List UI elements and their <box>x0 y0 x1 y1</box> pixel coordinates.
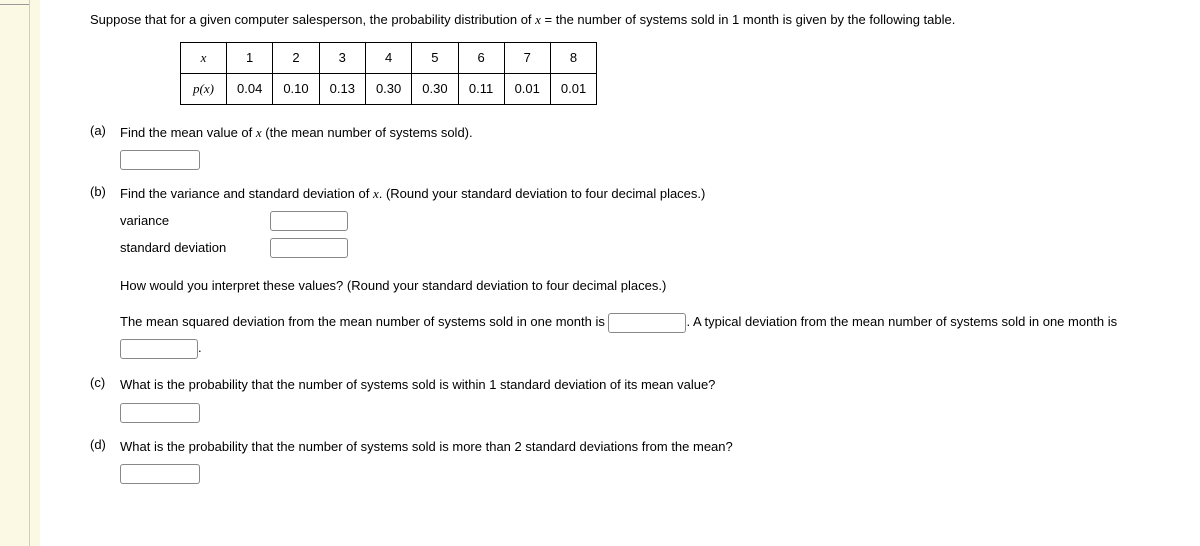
x-value: 6 <box>458 42 504 73</box>
typical-dev-input[interactable] <box>120 339 198 359</box>
sd-label: standard deviation <box>120 238 270 259</box>
variance-input[interactable] <box>270 211 348 231</box>
p-value: 0.11 <box>458 73 504 104</box>
part-d-text: What is the probability that the number … <box>120 439 733 454</box>
margin-marker-top <box>0 0 29 5</box>
part-b: (b) Find the variance and standard devia… <box>90 184 1180 361</box>
intro-after: = the number of systems sold in 1 month … <box>541 12 955 27</box>
interpret-3: . <box>198 340 202 355</box>
part-d: (d) What is the probability that the num… <box>90 437 1180 485</box>
part-a-text-before: Find the mean value of <box>120 125 256 140</box>
x-value: 2 <box>273 42 319 73</box>
x-header: x <box>181 42 227 73</box>
x-value: 4 <box>365 42 411 73</box>
part-b-text-before: Find the variance and standard deviation… <box>120 186 373 201</box>
part-b-label: (b) <box>90 184 120 361</box>
p-value: 0.01 <box>504 73 550 104</box>
part-c-input[interactable] <box>120 403 200 423</box>
sd-input[interactable] <box>270 238 348 258</box>
variance-label: variance <box>120 211 270 232</box>
interpret-2: . A typical deviation from the mean numb… <box>686 314 1117 329</box>
interpret-1: The mean squared deviation from the mean… <box>120 314 608 329</box>
part-b-text-after: . (Round your standard deviation to four… <box>379 186 706 201</box>
x-value: 3 <box>319 42 365 73</box>
part-a-label: (a) <box>90 123 120 171</box>
part-d-label: (d) <box>90 437 120 485</box>
x-value: 1 <box>227 42 273 73</box>
yellow-strip <box>30 0 40 546</box>
p-value: 0.13 <box>319 73 365 104</box>
mean-sq-dev-input[interactable] <box>608 313 686 333</box>
intro-text: Suppose that for a given computer salesp… <box>90 10 1180 30</box>
p-value: 0.30 <box>365 73 411 104</box>
x-value: 7 <box>504 42 550 73</box>
p-value: 0.10 <box>273 73 319 104</box>
x-value: 8 <box>550 42 596 73</box>
intro-before: Suppose that for a given computer salesp… <box>90 12 535 27</box>
part-a: (a) Find the mean value of x (the mean n… <box>90 123 1180 171</box>
table-row: x 1 2 3 4 5 6 7 8 <box>181 42 597 73</box>
interpret-question: How would you interpret these values? (R… <box>120 274 1180 299</box>
table-row: p(x) 0.04 0.10 0.13 0.30 0.30 0.11 0.01 … <box>181 73 597 104</box>
p-value: 0.30 <box>412 73 458 104</box>
part-c-text: What is the probability that the number … <box>120 377 715 392</box>
part-a-input[interactable] <box>120 150 200 170</box>
left-margin-strip <box>0 0 30 546</box>
part-c-label: (c) <box>90 375 120 423</box>
probability-table: x 1 2 3 4 5 6 7 8 p(x) 0.04 0.10 0.13 0.… <box>180 42 597 105</box>
x-value: 5 <box>412 42 458 73</box>
px-header: p(x) <box>181 73 227 104</box>
part-c: (c) What is the probability that the num… <box>90 375 1180 423</box>
p-value: 0.04 <box>227 73 273 104</box>
p-value: 0.01 <box>550 73 596 104</box>
part-d-input[interactable] <box>120 464 200 484</box>
part-a-text-after: (the mean number of systems sold). <box>262 125 473 140</box>
